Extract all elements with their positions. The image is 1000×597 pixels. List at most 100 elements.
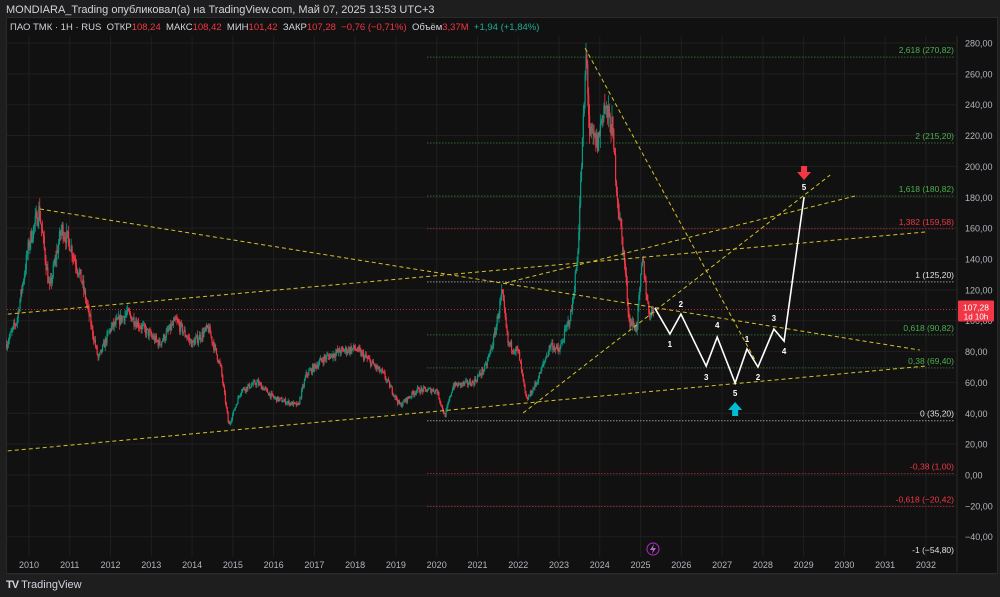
- candle-body: [177, 320, 179, 322]
- candle-body: [472, 381, 474, 383]
- candle-body: [559, 347, 561, 352]
- trend-line: [584, 47, 756, 361]
- candle-body: [220, 363, 222, 367]
- candle-body: [432, 389, 435, 392]
- candle-body: [222, 375, 224, 383]
- candle-body: [227, 412, 229, 422]
- candle-body: [574, 273, 576, 292]
- fib-level-label: -0,618 (−20,42): [896, 495, 955, 505]
- candle-body: [174, 317, 176, 319]
- candle-body: [309, 370, 311, 371]
- candle-body: [229, 423, 231, 425]
- candle-body: [285, 403, 288, 405]
- candle-body: [23, 274, 26, 281]
- y-tick-label: −40,00: [965, 532, 993, 542]
- wave-label: 5: [733, 389, 738, 398]
- x-tick-label: 2030: [834, 560, 854, 570]
- candle-body: [507, 331, 509, 344]
- candle-body: [469, 380, 471, 385]
- candle-body: [301, 389, 303, 398]
- candle-body: [85, 300, 88, 304]
- y-tick-label: 80,00: [965, 347, 988, 357]
- candle-body: [320, 358, 323, 361]
- x-tick-label: 2027: [712, 560, 732, 570]
- candle-body: [66, 230, 68, 244]
- fib-level-label: 2,618 (270,82): [899, 45, 954, 55]
- candle-body: [483, 370, 485, 373]
- candle-body: [338, 348, 340, 353]
- candle-body: [545, 358, 547, 361]
- candle-body: [543, 362, 545, 364]
- price-chart[interactable]: 280,00260,00240,00220,00200,00180,00160,…: [0, 0, 1000, 597]
- candle-body: [486, 360, 488, 366]
- wave-label: 3: [704, 373, 709, 382]
- symbol-name[interactable]: ПАО ТМК · 1Н · RUS: [10, 22, 101, 33]
- wave-label: 3: [772, 314, 777, 323]
- candle-body: [484, 364, 486, 371]
- candle-body: [171, 324, 173, 330]
- candle-body: [19, 300, 21, 312]
- candle-body: [159, 340, 161, 345]
- candle-body: [582, 114, 584, 139]
- candle-body: [286, 402, 288, 404]
- candle-body: [365, 354, 367, 358]
- fib-level-label: 2 (215,20): [915, 131, 954, 141]
- candle-body: [621, 226, 623, 237]
- wave-label: 2: [756, 373, 761, 382]
- candle-body: [180, 322, 183, 325]
- y-tick-label: 20,00: [965, 440, 988, 450]
- x-tick-label: 2017: [304, 560, 324, 570]
- candle-body: [645, 281, 647, 295]
- low-value: 101,42: [248, 22, 278, 33]
- candle-body: [572, 297, 575, 299]
- candle-body: [161, 341, 163, 346]
- candle-body: [94, 339, 96, 346]
- candle-body: [282, 401, 284, 403]
- candle-body: [22, 282, 24, 291]
- candle-body: [584, 75, 586, 103]
- candle-body: [586, 54, 588, 65]
- candle-body: [615, 181, 618, 193]
- candle-body: [383, 371, 385, 374]
- x-tick-label: 2010: [19, 560, 39, 570]
- candle-body: [563, 329, 566, 342]
- candle-body: [74, 257, 76, 261]
- candle-body: [500, 297, 502, 301]
- candle-body: [620, 217, 622, 227]
- wave-label: 2: [679, 300, 684, 309]
- candle-body: [29, 243, 31, 248]
- candle-body: [211, 336, 213, 343]
- candle-body: [86, 303, 88, 306]
- candle-body: [415, 390, 418, 394]
- candle-body: [363, 355, 366, 360]
- x-tick-label: 2019: [386, 560, 406, 570]
- candle-body: [51, 276, 53, 284]
- candle-body: [342, 348, 344, 350]
- candle-body: [503, 300, 505, 309]
- candle-body: [542, 363, 544, 367]
- candle-body: [57, 243, 60, 253]
- candle-body: [210, 334, 212, 337]
- candle-body: [219, 361, 221, 364]
- candle-body: [10, 331, 12, 333]
- y-tick-label: 0,00: [965, 471, 983, 481]
- candle-body: [178, 321, 180, 324]
- candle-body: [131, 319, 133, 322]
- y-tick-label: −20,00: [965, 501, 993, 511]
- candle-body: [644, 278, 646, 282]
- tradingview-logo[interactable]: TV TradingView: [6, 579, 82, 591]
- candle-body: [632, 321, 635, 327]
- candle-body: [110, 326, 113, 331]
- candle-body: [625, 273, 627, 281]
- candle-body: [524, 384, 526, 391]
- y-tick-label: 120,00: [965, 285, 993, 295]
- candle-body: [230, 421, 232, 424]
- candle-body: [371, 362, 373, 367]
- candle-body: [209, 326, 211, 335]
- candle-body: [379, 366, 381, 372]
- candle-body: [479, 372, 481, 375]
- candle-body: [560, 343, 562, 348]
- x-tick-label: 2021: [467, 560, 487, 570]
- candle-body: [271, 392, 273, 394]
- candle-body: [614, 154, 617, 182]
